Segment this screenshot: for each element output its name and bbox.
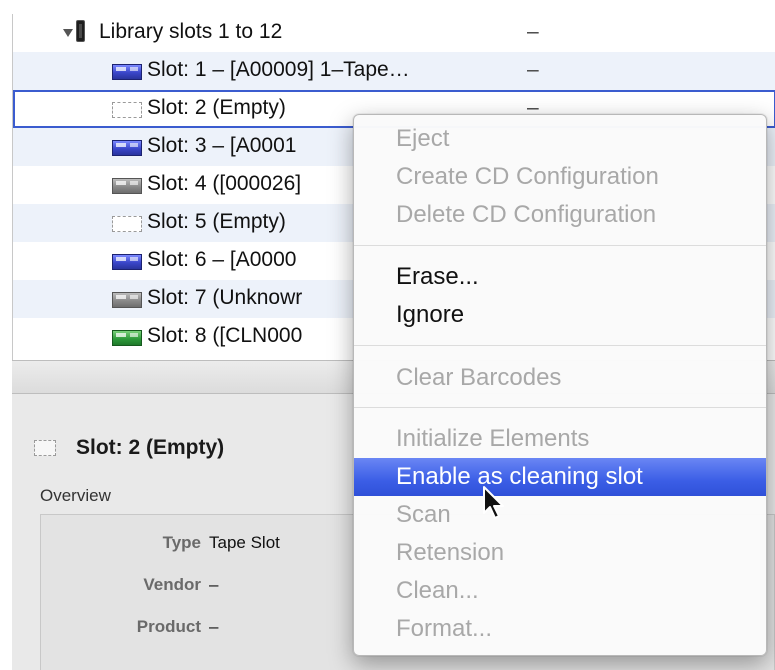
disclosure-triangle-icon[interactable] bbox=[63, 29, 73, 37]
menu-item-delete-cd-configuration[interactable]: Delete CD Configuration bbox=[354, 196, 766, 234]
library-row-value: – bbox=[527, 20, 539, 43]
slot-row-label: Slot: 7 (Unknowr bbox=[147, 286, 303, 309]
property-label-product: Product bbox=[136, 617, 201, 636]
menu-item-enable-as-cleaning-slot[interactable]: Enable as cleaning slot bbox=[354, 458, 766, 496]
tree-row-library[interactable]: Library slots 1 to 12 – bbox=[13, 14, 775, 52]
gray-tape-icon bbox=[112, 178, 142, 194]
empty-slot-icon bbox=[34, 440, 56, 456]
menu-item-eject[interactable]: Eject bbox=[354, 120, 766, 158]
overview-section-label: Overview bbox=[40, 486, 111, 505]
menu-item-create-cd-configuration[interactable]: Create CD Configuration bbox=[354, 158, 766, 196]
slot-row-label: Slot: 5 (Empty) bbox=[147, 210, 286, 233]
menu-separator bbox=[354, 245, 766, 246]
menu-item-scan[interactable]: Scan bbox=[354, 496, 766, 534]
green-tape-icon bbox=[112, 330, 142, 346]
tree-row-slot-1[interactable]: Slot: 1 – [A00009] 1–Tape… – bbox=[13, 52, 775, 90]
tape-library-icon bbox=[76, 20, 85, 42]
property-label-type: Type bbox=[162, 533, 201, 552]
menu-item-clean[interactable]: Clean... bbox=[354, 572, 766, 610]
mouse-pointer-icon bbox=[483, 486, 504, 519]
slot-row-label: Slot: 3 – [A0001 bbox=[147, 134, 297, 157]
property-label-vendor: Vendor bbox=[143, 575, 201, 594]
slot-context-menu: Eject Create CD Configuration Delete CD … bbox=[353, 114, 767, 656]
empty-slot-icon bbox=[112, 216, 142, 232]
slot-row-value: – bbox=[527, 58, 539, 81]
slot-row-label: Slot: 2 (Empty) bbox=[147, 96, 286, 119]
blue-tape-icon bbox=[112, 254, 142, 270]
detail-title: Slot: 2 (Empty) bbox=[76, 436, 225, 459]
menu-separator bbox=[354, 345, 766, 346]
menu-item-clear-barcodes[interactable]: Clear Barcodes bbox=[354, 359, 766, 397]
blue-tape-icon bbox=[112, 140, 142, 156]
gray-tape-icon bbox=[112, 292, 142, 308]
blue-tape-icon bbox=[112, 64, 142, 80]
property-value-vendor: – bbox=[209, 575, 219, 594]
menu-item-ignore[interactable]: Ignore bbox=[354, 296, 766, 334]
slot-row-label: Slot: 1 – [A00009] 1–Tape… bbox=[147, 58, 410, 81]
menu-item-retension[interactable]: Retension bbox=[354, 534, 766, 572]
slot-row-label: Slot: 6 – [A0000 bbox=[147, 248, 297, 271]
menu-item-initialize-elements[interactable]: Initialize Elements bbox=[354, 420, 766, 458]
property-value-product: – bbox=[209, 617, 219, 636]
property-value-type: Tape Slot bbox=[209, 533, 280, 552]
tape-library-window: Library slots 1 to 12 – Slot: 1 – [A0000… bbox=[0, 0, 775, 670]
slot-row-label: Slot: 4 ([000026] bbox=[147, 172, 302, 195]
library-row-label: Library slots 1 to 12 bbox=[99, 20, 283, 43]
menu-item-erase[interactable]: Erase... bbox=[354, 258, 766, 296]
empty-slot-icon bbox=[112, 102, 142, 118]
slot-row-label: Slot: 8 ([CLN000 bbox=[147, 324, 303, 347]
menu-separator bbox=[354, 407, 766, 408]
menu-item-format[interactable]: Format... bbox=[354, 610, 766, 648]
